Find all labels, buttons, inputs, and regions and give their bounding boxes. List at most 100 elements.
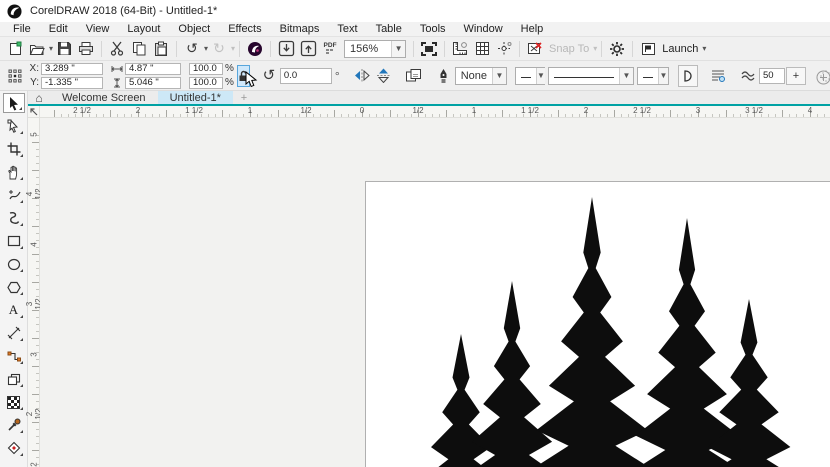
smoothing-field[interactable] <box>759 68 785 84</box>
scale-horizontal-field[interactable] <box>189 63 223 75</box>
outline-width-dropdown-arrow[interactable]: ▼ <box>492 68 506 84</box>
connector-tool[interactable] <box>3 346 25 366</box>
vertical-ruler[interactable]: 54 1/243 1/232 1/22 <box>28 118 40 467</box>
menu-bitmaps[interactable]: Bitmaps <box>271 23 329 35</box>
options-gear-button[interactable] <box>607 39 627 59</box>
polygon-tool[interactable] <box>3 277 25 297</box>
pan-tool[interactable] <box>3 162 25 182</box>
smoothing-icon <box>738 65 758 87</box>
quick-customize-button[interactable] <box>813 66 830 88</box>
x-position-field[interactable] <box>41 63 103 75</box>
menu-effects[interactable]: Effects <box>219 23 270 35</box>
mirror-vertical-button[interactable] <box>374 65 394 87</box>
y-position-field[interactable] <box>41 77 103 89</box>
document-tab-bar: ⌂ Welcome Screen Untitled-1* + <box>28 91 830 106</box>
menu-layout[interactable]: Layout <box>118 23 169 35</box>
hruler-label: 4 <box>808 106 812 115</box>
hruler-label: 1/2 <box>300 106 311 115</box>
object-properties-button[interactable] <box>708 65 728 87</box>
menu-view[interactable]: View <box>77 23 119 35</box>
import-button[interactable] <box>276 39 296 59</box>
cut-button[interactable] <box>107 39 127 59</box>
publish-to-pdf-button[interactable]: PDF <box>320 39 340 59</box>
menu-window[interactable]: Window <box>455 23 512 35</box>
copy-button[interactable] <box>129 39 149 59</box>
menu-file[interactable]: File <box>4 23 40 35</box>
menu-help[interactable]: Help <box>512 23 553 35</box>
launch-label[interactable]: Launch <box>662 43 698 55</box>
menu-text[interactable]: Text <box>328 23 366 35</box>
drop-shadow-tool[interactable] <box>3 369 25 389</box>
ellipse-tool[interactable] <box>3 254 25 274</box>
open-dropdown-arrow[interactable]: ▾ <box>49 44 53 53</box>
freehand-tool[interactable] <box>3 185 25 205</box>
transparency-tool[interactable] <box>3 392 25 412</box>
end-arrowhead-combo[interactable]: ▼ <box>637 67 669 85</box>
scale-vertical-field[interactable] <box>189 77 223 89</box>
crop-tool[interactable] <box>3 139 25 159</box>
vruler-label: 5 <box>30 129 39 141</box>
zoom-level-dropdown-arrow[interactable]: ▼ <box>391 41 405 57</box>
color-eyedropper-tool[interactable] <box>3 415 25 435</box>
mirror-horizontal-button[interactable] <box>352 65 372 87</box>
artistic-media-tool[interactable] <box>3 208 25 228</box>
menu-tools[interactable]: Tools <box>411 23 455 35</box>
shape-tool[interactable] <box>3 116 25 136</box>
undo-button[interactable]: ↺ <box>182 39 202 59</box>
undo-dropdown-arrow[interactable]: ▾ <box>204 44 208 53</box>
object-height-field[interactable] <box>125 77 181 89</box>
line-style-combo[interactable]: ▼ <box>548 67 634 85</box>
tab-untitled-1[interactable]: Untitled-1* <box>158 91 233 104</box>
mouse-cursor <box>245 71 258 89</box>
snap-off-button[interactable] <box>525 39 545 59</box>
drawing-canvas[interactable] <box>40 118 830 467</box>
launch-icon[interactable] <box>638 39 658 59</box>
smoothing-stepper[interactable]: + <box>786 67 806 85</box>
fullscreen-preview-button[interactable] <box>419 39 439 59</box>
show-guidelines-button[interactable] <box>494 39 514 59</box>
dimension-tool[interactable] <box>3 323 25 343</box>
search-content-button[interactable] <box>245 39 265 59</box>
menu-table[interactable]: Table <box>367 23 411 35</box>
title-bar: CorelDRAW 2018 (64-Bit) - Untitled-1* <box>0 0 830 22</box>
object-origin-icon[interactable] <box>5 65 25 87</box>
toolbox: A <box>0 91 28 467</box>
export-button[interactable] <box>298 39 318 59</box>
ruler-origin-icon[interactable] <box>28 106 40 117</box>
open-document-button[interactable] <box>27 39 47 59</box>
menu-edit[interactable]: Edit <box>40 23 77 35</box>
paste-button[interactable] <box>151 39 171 59</box>
start-arrowhead-dropdown-arrow[interactable]: ▼ <box>536 68 545 84</box>
new-tab-button[interactable]: + <box>233 91 255 104</box>
rectangle-tool[interactable] <box>3 231 25 251</box>
redo-dropdown-arrow: ▾ <box>231 44 235 53</box>
home-icon[interactable]: ⌂ <box>28 91 50 104</box>
save-button[interactable] <box>54 39 74 59</box>
trees-artwork[interactable] <box>40 118 830 467</box>
line-style-dropdown-arrow[interactable]: ▼ <box>619 68 633 84</box>
tab-welcome-screen[interactable]: Welcome Screen <box>50 91 158 104</box>
vruler-label: 2 <box>30 459 39 467</box>
outline-width-icon <box>434 65 454 87</box>
toolbar-separator <box>413 41 414 57</box>
text-wrap-button[interactable] <box>404 65 424 87</box>
rotation-angle-field[interactable] <box>280 68 332 84</box>
pick-tool[interactable] <box>3 93 25 113</box>
show-rulers-button[interactable] <box>450 39 470 59</box>
end-arrowhead-dropdown-arrow[interactable]: ▼ <box>658 68 668 84</box>
menu-object[interactable]: Object <box>169 23 219 35</box>
object-width-field[interactable] <box>125 63 181 75</box>
close-curve-button[interactable] <box>678 65 698 87</box>
zoom-level-combo[interactable]: 156% ▼ <box>344 40 406 58</box>
horizontal-ruler[interactable]: 2 1/221 1/211/201/211 1/222 1/233 1/24 <box>40 106 830 117</box>
start-arrowhead-combo[interactable]: ▼ <box>515 67 545 85</box>
outline-width-combo[interactable]: None ▼ <box>455 67 507 85</box>
launch-dropdown-arrow[interactable]: ▾ <box>702 44 706 53</box>
show-grid-button[interactable] <box>472 39 492 59</box>
print-button[interactable] <box>76 39 96 59</box>
hruler-label: 2 1/2 <box>633 106 651 115</box>
interactive-fill-tool[interactable] <box>3 438 25 458</box>
new-document-button[interactable] <box>5 39 25 59</box>
text-tool[interactable]: A <box>3 300 25 320</box>
hruler-label: 1 1/2 <box>185 106 203 115</box>
